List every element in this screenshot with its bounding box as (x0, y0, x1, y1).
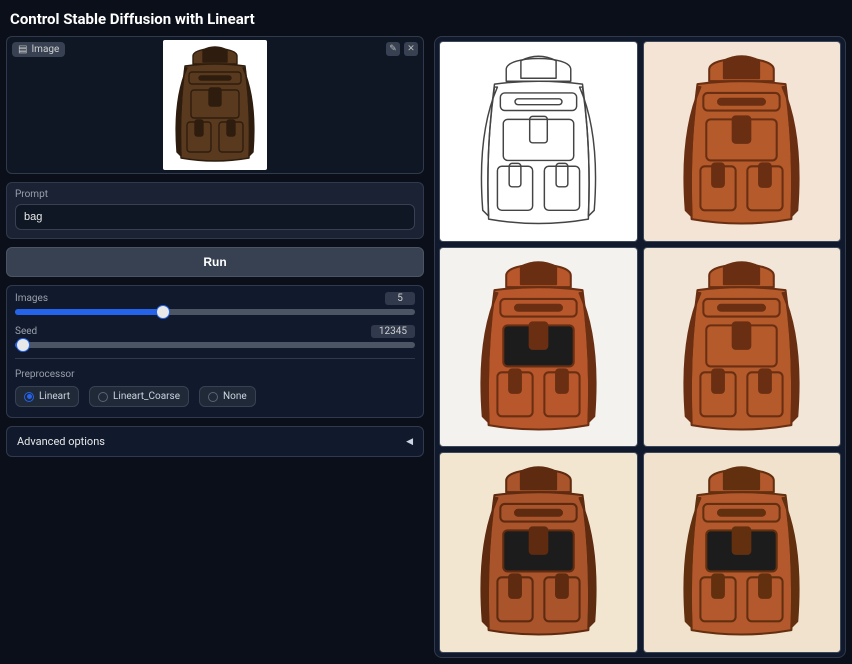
gallery-cell-5[interactable] (643, 452, 842, 653)
radio-label: None (223, 391, 247, 402)
caret-left-icon: ◀ (406, 437, 413, 447)
seed-slider-label: Seed (15, 326, 37, 337)
rendered-output-icon (454, 252, 623, 443)
advanced-options-toggle[interactable]: Advanced options ◀ (6, 426, 424, 457)
rendered-output-icon (657, 457, 826, 648)
gallery-cell-1[interactable] (643, 41, 842, 242)
gallery-cell-4[interactable] (439, 452, 638, 653)
prompt-label: Prompt (15, 189, 415, 200)
run-button[interactable]: Run (6, 247, 424, 277)
seed-slider-row: Seed 12345 (15, 325, 415, 348)
prompt-input[interactable] (15, 204, 415, 230)
preprocessor-option-lineart[interactable]: Lineart (15, 386, 79, 407)
preprocessor-label: Preprocessor (15, 369, 415, 380)
input-image-box[interactable]: ▤ Image ✎ ✕ (6, 36, 424, 174)
edit-image-button[interactable]: ✎ (386, 42, 400, 56)
images-slider-value: 5 (385, 292, 415, 305)
seed-slider-value: 12345 (371, 325, 415, 338)
images-slider[interactable] (15, 309, 415, 315)
radio-label: Lineart (39, 391, 70, 402)
parameters-block: Images 5 Seed 12345 Preproc (6, 285, 424, 418)
radio-icon (98, 392, 108, 402)
gallery-cell-2[interactable] (439, 247, 638, 448)
images-slider-row: Images 5 (15, 292, 415, 315)
lineart-output-icon (454, 46, 623, 237)
gallery-cell-3[interactable] (643, 247, 842, 448)
divider (15, 358, 415, 359)
rendered-output-icon (657, 46, 826, 237)
radio-icon (208, 392, 218, 402)
gallery-cell-0[interactable] (439, 41, 638, 242)
images-slider-label: Images (15, 293, 48, 304)
preprocessor-option-none[interactable]: None (199, 386, 256, 407)
prompt-block: Prompt (6, 182, 424, 239)
input-image-label: ▤ Image (12, 42, 65, 57)
input-image-label-text: Image (31, 44, 59, 55)
rendered-output-icon (454, 457, 623, 648)
radio-icon (24, 392, 34, 402)
advanced-options-label: Advanced options (17, 435, 105, 448)
input-image-preview[interactable] (163, 40, 267, 170)
preprocessor-radio-group: Lineart Lineart_Coarse None (15, 386, 415, 407)
rendered-output-icon (657, 252, 826, 443)
preprocessor-option-lineart_coarse[interactable]: Lineart_Coarse (89, 386, 189, 407)
page-title: Control Stable Diffusion with Lineart (0, 0, 852, 36)
seed-slider[interactable] (15, 342, 415, 348)
input-image-thumbnail (163, 40, 267, 170)
image-icon: ▤ (18, 44, 27, 55)
radio-label: Lineart_Coarse (113, 391, 180, 402)
close-image-button[interactable]: ✕ (404, 42, 418, 56)
output-gallery (434, 36, 846, 658)
